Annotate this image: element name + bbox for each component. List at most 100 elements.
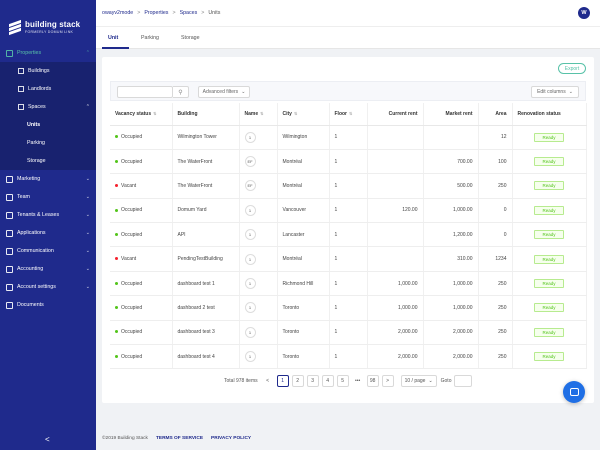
name-cell: 1 [239,246,278,272]
floor-cell: 1 [329,149,368,175]
page-5-button[interactable]: 5 [336,375,349,387]
column-header-city[interactable]: City ⇅ [277,103,330,126]
column-header-floor[interactable]: Floor ⇅ [329,103,368,126]
current-rent-cell: 120.00 [367,198,424,224]
table-row[interactable]: Occupied dashboard 2 test 1 Toronto 1 1,000.0… [110,295,587,321]
sidebar-item-communication[interactable]: Communication ⌄ [0,242,96,260]
prev-page-button[interactable]: < [261,375,274,387]
pagination-ellipsis[interactable]: ••• [351,375,364,387]
name-cell: 1 [239,222,278,248]
sidebar-item-tenants-leases[interactable]: Tenants & Leases ⌄ [0,206,96,224]
area-cell: 1234 [478,246,513,272]
export-button[interactable]: Export [558,63,586,74]
status-dot [115,232,118,236]
message-icon [6,247,13,255]
page-2-button[interactable]: 2 [291,375,304,387]
avatar[interactable]: W [578,7,590,19]
breadcrumb-properties[interactable]: Properties [144,10,168,16]
table-row[interactable]: Occupied dashboard test 1 1 Richmond Hill 1 1… [110,271,587,297]
tab-unit[interactable]: Unit [108,35,118,41]
sidebar-item-documents[interactable]: Documents [0,296,96,314]
sort-icon[interactable]: ⇅ [260,111,263,116]
city-cell: Toronto [277,320,330,346]
market-rent-cell [423,125,479,150]
sidebar-item-applications[interactable]: Applications ⌄ [0,224,96,242]
current-rent-cell [367,246,424,272]
column-label: Vacancy status [115,110,152,117]
megaphone-icon [6,175,13,183]
column-header-renovation[interactable]: Renovation status [512,103,587,126]
building-cell: dashboard test 3 [172,320,240,346]
breadcrumb-company[interactable]: owayv2mode [102,10,133,16]
sidebar-item-account-settings[interactable]: Account settings ⌄ [0,278,96,296]
sidebar-item-marketing[interactable]: Marketing ⌄ [0,170,96,188]
edit-columns-button[interactable]: Edit columns ⌄ [531,86,579,98]
vacancy-status: Occupied [121,329,143,336]
page-3-button[interactable]: 3 [306,375,319,387]
sidebar-item-accounting[interactable]: Accounting ⌄ [0,260,96,278]
goto-page-input[interactable] [454,375,473,387]
column-header-market-rent[interactable]: Market rent [423,103,479,126]
column-header-current-rent[interactable]: Current rent [367,103,424,126]
table-row[interactable]: Vacant PendingTestBuilding 1 Montréal 1 310.0… [110,246,587,272]
column-header-vacancy[interactable]: Vacancy status ⇅ [110,103,173,126]
table-row[interactable]: Occupied dashboard test 3 1 Toronto 1 2,000.0… [110,320,587,346]
status-dot [115,306,118,310]
brand-subtitle: FORMERLY DOMUM LINK [25,30,74,34]
sidebar-item-landlords[interactable]: Landlords [0,80,96,98]
search-input[interactable] [117,86,173,98]
column-header-name[interactable]: Name ⇅ [239,103,278,126]
advanced-filters-button[interactable]: Advanced filters ⌄ [198,86,250,98]
table-row[interactable]: Occupied Wilmington Tower 1 Wilmington 1 12 Re… [110,125,587,150]
page-1-button[interactable]: 1 [276,375,289,387]
floor-cell: 1 [329,246,368,272]
building-cell: API [172,222,240,248]
status-dot [115,135,118,139]
table-row[interactable]: Occupied The WaterFront EF Montréal 1 700.00 1… [110,149,587,175]
table-row[interactable]: Occupied dashboard test 4 1 Toronto 1 2,000.0… [110,344,587,370]
chat-button[interactable] [563,381,585,403]
privacy-link[interactable]: PRIVACY POLICY [211,436,251,441]
sidebar-item-buildings[interactable]: Buildings [0,62,96,80]
sort-icon[interactable]: ⇅ [294,111,297,116]
city-cell: Wilmington [277,125,330,150]
name-cell: 1 [239,344,278,370]
page-size-select[interactable]: 10 / page ⌄ [400,375,437,387]
terms-link[interactable]: TERMS OF SERVICE [156,436,203,441]
sidebar-item-properties[interactable]: Properties ⌃ [0,44,96,62]
search-button[interactable]: ⚲ [173,86,189,98]
chevron-down-icon: ⌄ [241,89,246,95]
table-row[interactable]: Occupied Domum Yard 1 Vancouver 1 120.00 1,000… [110,198,587,224]
building-cell: The WaterFront [172,149,240,175]
sidebar-item-units[interactable]: Units [0,116,96,134]
tab-storage[interactable]: Storage [181,35,200,41]
collapse-sidebar-icon[interactable]: < [45,435,50,444]
column-header-building[interactable]: Building [172,103,240,126]
tab-parking[interactable]: Parking [141,35,159,41]
brand-logo[interactable]: building stack FORMERLY DOMUM LINK [0,0,96,40]
area-cell: 250 [478,344,513,370]
renovation-cell: Ready [512,149,587,175]
sort-icon[interactable]: ⇅ [153,111,156,116]
last-page-button[interactable]: 98 [366,375,379,387]
sidebar-item-team[interactable]: Team ⌄ [0,188,96,206]
renovation-cell: Ready [512,222,587,248]
table-header-row: Vacancy status ⇅ Building Name ⇅ City ⇅ Flo… [110,103,587,126]
sidebar-item-spaces[interactable]: Spaces ⌃ [0,98,96,116]
sort-icon[interactable]: ⇅ [349,111,352,116]
table-row[interactable]: Vacant The WaterFront EF Montréal 1 500.00 250… [110,173,587,199]
city-cell: Toronto [277,344,330,370]
sidebar-item-storage[interactable]: Storage [0,152,96,170]
sidebar-item-label: Documents [17,302,44,308]
column-header-area[interactable]: Area [478,103,513,126]
vacancy-cell: Occupied [110,125,173,150]
sidebar-item-parking[interactable]: Parking [0,134,96,152]
sidebar-nav: Properties ⌃ Buildings Landlords Spaces … [0,44,96,314]
table-row[interactable]: Occupied API 1 Lancaster 1 1,200.00 0 Ready [110,222,587,248]
status-dot [115,330,118,334]
breadcrumb-spaces[interactable]: Spaces [180,10,198,16]
next-page-button[interactable]: > [381,375,394,387]
breadcrumb-separator: > [172,10,176,16]
unit-name-badge: 1 [244,229,256,241]
page-4-button[interactable]: 4 [321,375,334,387]
